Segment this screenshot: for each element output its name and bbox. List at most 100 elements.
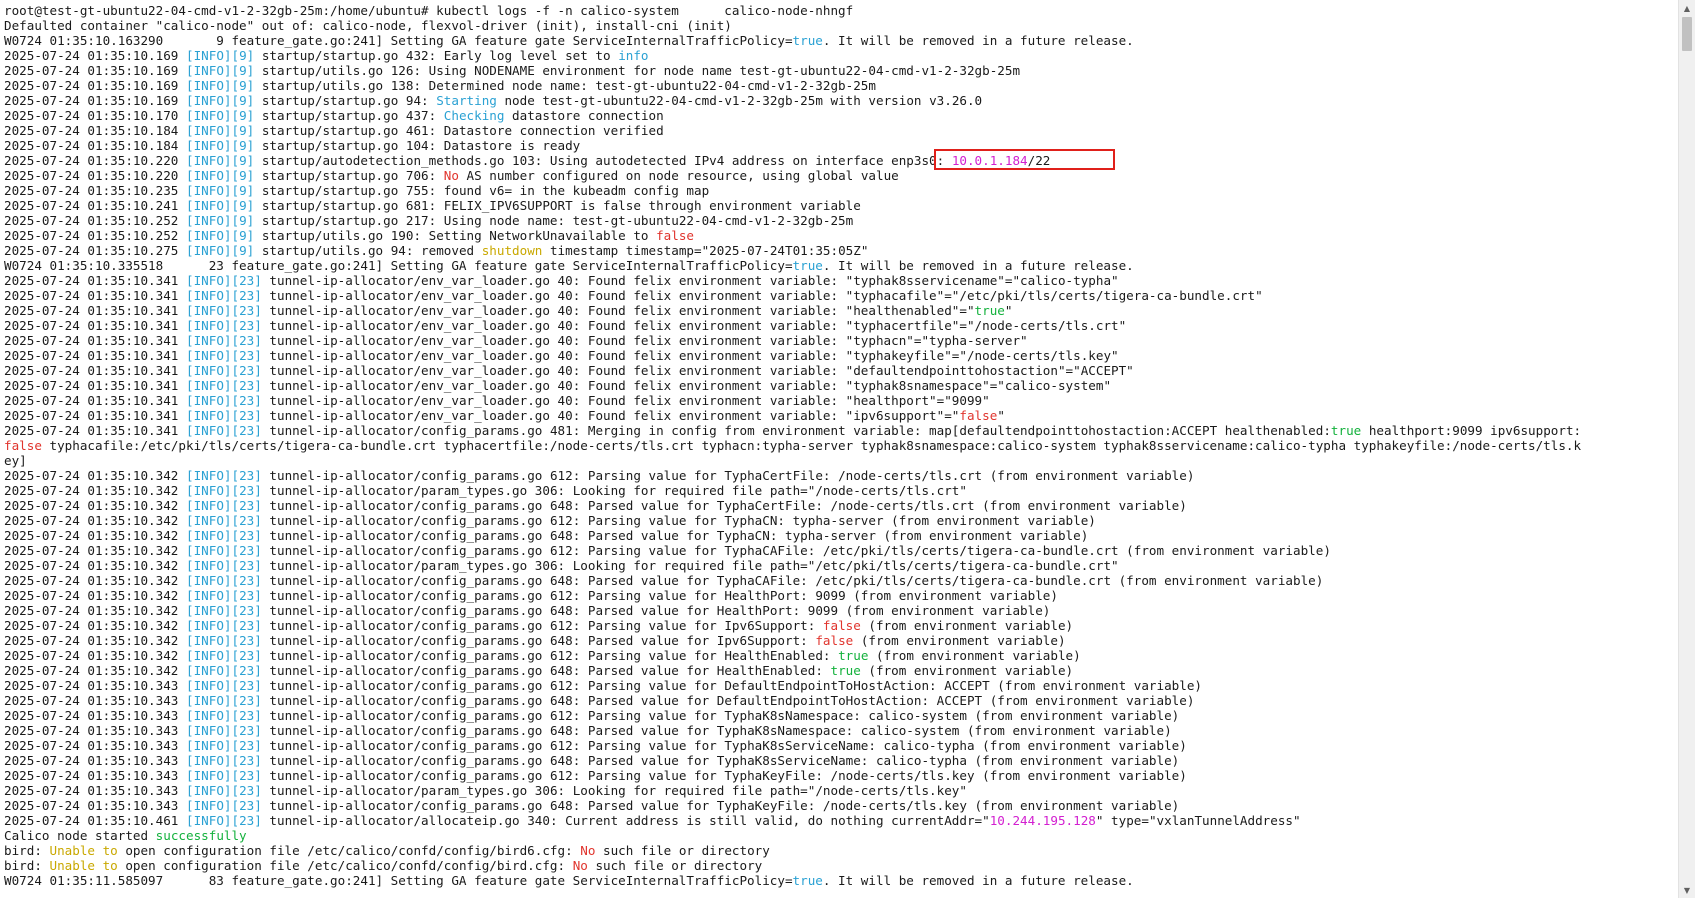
log-segment: true [974,303,1005,318]
log-segment: [INFO] [185,93,232,108]
log-segment: tunnel-ip-allocator/config_params.go 648… [261,753,1180,768]
log-segment: [INFO] [185,513,232,528]
log-segment: [INFO] [185,183,232,198]
log-segment: [INFO] [185,678,232,693]
log-segment: [9] [231,138,255,153]
log-segment: [23] [231,558,262,573]
log-segment: 2025-07-24 01:35:10.341 [4,318,186,333]
log-segment: 2025-07-24 01:35:10.275 [4,243,186,258]
log-segment: No [580,843,596,858]
log-line: 2025-07-24 01:35:10.342 [INFO][23] tunne… [4,498,1674,513]
log-segment: 2025-07-24 01:35:10.252 [4,213,186,228]
log-segment: [INFO] [185,798,232,813]
log-segment: tunnel-ip-allocator/config_params.go 612… [261,618,823,633]
log-line: 2025-07-24 01:35:10.461 [INFO][23] tunne… [4,813,1674,828]
log-segment: 2025-07-24 01:35:10.343 [4,723,186,738]
log-segment: 2025-07-24 01:35:10.342 [4,513,186,528]
chevron-down-icon[interactable]: ▼ [1679,882,1695,898]
log-line: 2025-07-24 01:35:10.341 [INFO][23] tunne… [4,318,1674,333]
log-segment: [23] [231,408,262,423]
log-segment: tunnel-ip-allocator/config_params.go 481… [261,423,1331,438]
log-segment: startup/startup.go 681: FELIX_IPV6SUPPOR… [254,198,861,213]
log-segment: [INFO] [185,198,232,213]
log-segment: No [572,858,588,873]
log-segment: [23] [231,723,262,738]
log-segment: 2025-07-24 01:35:10.241 [4,198,186,213]
log-segment: tunnel-ip-allocator/config_params.go 612… [261,738,1187,753]
log-segment: [9] [231,153,255,168]
log-segment: [9] [231,108,255,123]
log-segment: true [830,663,861,678]
log-segment: node test-gt-ubuntu22-04-cmd-v1-2-32gb-2… [496,93,983,108]
log-segment: W0724 01:35:11.585097 83 feature_gate.go… [4,873,793,888]
log-segment: false [822,618,861,633]
log-segment: startup/utils.go 94: removed [254,243,482,258]
log-segment: [9] [231,78,255,93]
log-segment: (from environment variable) [860,663,1074,678]
terminal-window[interactable]: root@test-gt-ubuntu22-04-cmd-v1-2-32gb-2… [0,0,1695,898]
log-line: W0724 01:35:10.335518 23 feature_gate.go… [4,258,1674,273]
log-segment: open configuration file /etc/calico/conf… [117,858,573,873]
log-segment: . It will be removed in a future release… [822,873,1134,888]
log-segment: true [792,873,823,888]
log-line: 2025-07-24 01:35:10.342 [INFO][23] tunne… [4,543,1674,558]
scrollbar-thumb[interactable] [1682,17,1692,51]
log-segment: 2025-07-24 01:35:10.342 [4,483,186,498]
log-segment: [23] [231,273,262,288]
log-segment: tunnel-ip-allocator/allocateip.go 340: C… [261,813,990,828]
log-line: 2025-07-24 01:35:10.342 [INFO][23] tunne… [4,648,1674,663]
log-segment: [9] [231,213,255,228]
log-segment: [INFO] [185,78,232,93]
log-segment: [23] [231,708,262,723]
log-segment: [INFO] [185,153,232,168]
log-segment: Unable to [49,858,118,873]
log-segment: tunnel-ip-allocator/env_var_loader.go 40… [261,273,1119,288]
log-segment: [23] [231,513,262,528]
log-segment: [INFO] [185,633,232,648]
log-segment: startup/startup.go 432: Early log level … [254,48,619,63]
log-segment: startup/utils.go 138: Determined node na… [254,78,876,93]
log-segment: [INFO] [185,813,232,828]
log-segment: [23] [231,798,262,813]
log-segment: tunnel-ip-allocator/param_types.go 306: … [261,558,1119,573]
log-segment: startup/startup.go 217: Using node name:… [254,213,854,228]
chevron-up-icon[interactable]: ▲ [1679,0,1695,16]
terminal-output[interactable]: root@test-gt-ubuntu22-04-cmd-v1-2-32gb-2… [4,3,1674,898]
log-segment: 2025-07-24 01:35:10.341 [4,408,186,423]
log-line: 2025-07-24 01:35:10.342 [INFO][23] tunne… [4,528,1674,543]
log-segment: typhacafile:/etc/pki/tls/certs/tigera-ca… [41,438,1582,453]
log-segment: [23] [231,528,262,543]
log-segment: true [792,33,823,48]
log-segment: 10.244.195.128 [989,813,1096,828]
log-segment: 2025-07-24 01:35:10.342 [4,618,186,633]
log-segment: [23] [231,663,262,678]
log-segment: [INFO] [185,783,232,798]
log-segment: [23] [231,738,262,753]
log-segment: 2025-07-24 01:35:10.461 [4,813,186,828]
log-segment: 2025-07-24 01:35:10.169 [4,78,186,93]
log-segment: [23] [231,588,262,603]
log-segment: [INFO] [185,63,232,78]
log-segment: " [997,408,1005,423]
log-line: 2025-07-24 01:35:10.343 [INFO][23] tunne… [4,798,1674,813]
log-segment: [23] [231,498,262,513]
log-segment: 2025-07-24 01:35:10.342 [4,468,186,483]
log-line: 2025-07-24 01:35:10.342 [INFO][23] tunne… [4,573,1674,588]
log-segment: [9] [231,228,255,243]
log-segment: 2025-07-24 01:35:10.170 [4,108,186,123]
log-segment: [INFO] [185,543,232,558]
vertical-scrollbar[interactable]: ▲ ▼ [1678,0,1695,898]
log-line: W0724 01:35:10.163290 9 feature_gate.go:… [4,33,1674,48]
log-segment: Starting [436,93,497,108]
log-segment: false [656,228,695,243]
log-segment: [INFO] [185,288,232,303]
log-segment: [INFO] [185,123,232,138]
log-segment: true [792,258,823,273]
log-segment: tunnel-ip-allocator/env_var_loader.go 40… [261,378,1112,393]
log-segment: tunnel-ip-allocator/env_var_loader.go 40… [261,363,1134,378]
log-line: 2025-07-24 01:35:10.341 [INFO][23] tunne… [4,408,1674,423]
log-segment: [INFO] [185,648,232,663]
log-segment: bird: [4,843,50,858]
log-segment: healthport:9099 ipv6support: [1361,423,1582,438]
log-line: 2025-07-24 01:35:10.341 [INFO][23] tunne… [4,333,1674,348]
